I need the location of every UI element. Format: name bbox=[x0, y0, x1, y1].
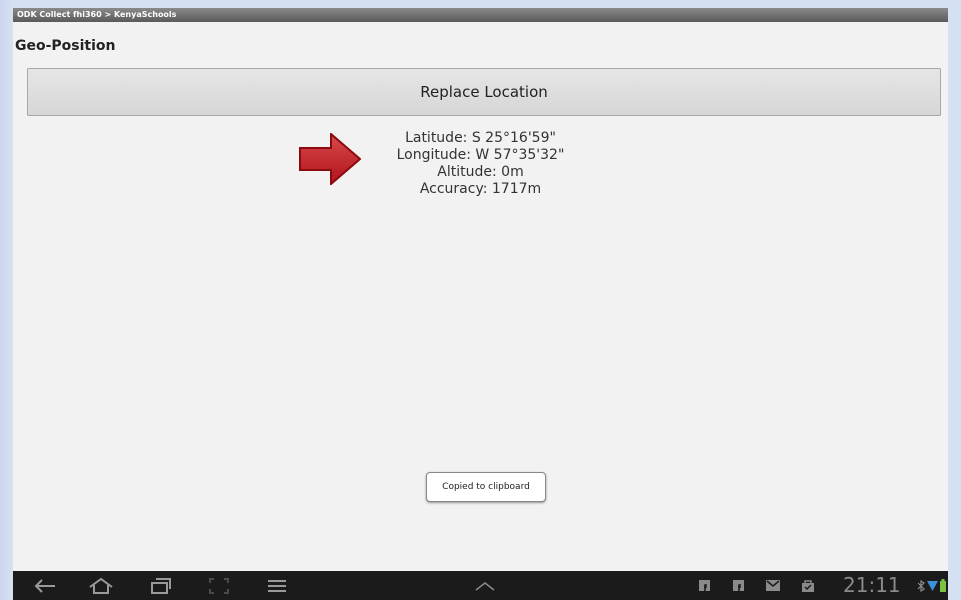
bluetooth-icon bbox=[916, 571, 926, 600]
system-bar: 21:11 bbox=[13, 571, 948, 600]
back-icon[interactable] bbox=[27, 571, 63, 600]
screenshot-icon[interactable] bbox=[201, 571, 237, 600]
window-title-bar: ODK Collect fhi360 > KenyaSchools bbox=[13, 8, 948, 22]
market-icon bbox=[799, 571, 817, 600]
accuracy-text: Accuracy: 1717m bbox=[419, 181, 542, 197]
replace-location-button[interactable]: Replace Location bbox=[27, 68, 941, 116]
toast-message: Copied to clipboard bbox=[426, 472, 546, 502]
gmail-icon bbox=[764, 571, 782, 600]
chevron-up-icon[interactable] bbox=[465, 571, 505, 600]
longitude-text: Longitude: W 57°35'32" bbox=[396, 147, 565, 163]
status-clock: 21:11 bbox=[843, 573, 901, 597]
facebook-icon bbox=[730, 571, 746, 600]
recent-apps-icon[interactable] bbox=[143, 571, 179, 600]
menu-icon[interactable] bbox=[259, 571, 295, 600]
altitude-text: Altitude: 0m bbox=[437, 164, 524, 180]
latitude-text: Latitude: S 25°16'59" bbox=[405, 130, 556, 146]
location-readout: Latitude: S 25°16'59" Longitude: W 57°35… bbox=[13, 130, 948, 198]
battery-icon bbox=[939, 571, 947, 600]
app-window: ODK Collect fhi360 > KenyaSchools Geo-Po… bbox=[13, 8, 948, 600]
question-label: Geo-Position bbox=[15, 38, 116, 54]
wifi-icon bbox=[926, 571, 938, 600]
facebook-icon bbox=[696, 571, 712, 600]
home-icon[interactable] bbox=[81, 571, 121, 600]
